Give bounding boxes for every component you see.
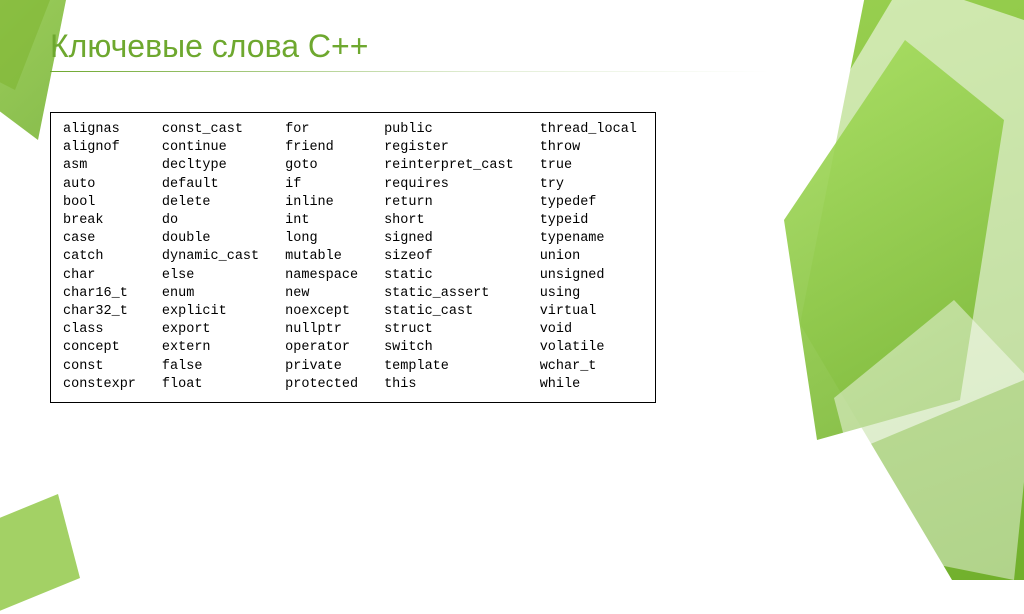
keyword: export: [162, 321, 259, 339]
keyword: if: [285, 176, 358, 194]
keyword: char32_t: [63, 303, 136, 321]
keyword: long: [285, 230, 358, 248]
keyword: while: [540, 376, 637, 394]
keyword: volatile: [540, 339, 637, 357]
keyword: operator: [285, 339, 358, 357]
keyword: union: [540, 248, 637, 266]
keyword: alignas: [63, 121, 136, 139]
keyword: switch: [384, 339, 514, 357]
keyword: mutable: [285, 248, 358, 266]
keyword: thread_local: [540, 121, 637, 139]
keyword: auto: [63, 176, 136, 194]
slide-content: Ключевые слова С++ alignas alignof asm a…: [0, 0, 1024, 403]
keyword: inline: [285, 194, 358, 212]
keyword: register: [384, 139, 514, 157]
keyword: asm: [63, 157, 136, 175]
keyword: char: [63, 267, 136, 285]
keyword: false: [162, 358, 259, 376]
keyword: static: [384, 267, 514, 285]
keyword: private: [285, 358, 358, 376]
keyword: namespace: [285, 267, 358, 285]
keyword: throw: [540, 139, 637, 157]
keyword: short: [384, 212, 514, 230]
keyword: goto: [285, 157, 358, 175]
keyword: try: [540, 176, 637, 194]
keyword-column-5: thread_local throw true try typedef type…: [540, 121, 637, 394]
keyword: break: [63, 212, 136, 230]
keywords-table: alignas alignof asm auto bool break case…: [50, 112, 656, 403]
keyword: double: [162, 230, 259, 248]
keyword: continue: [162, 139, 259, 157]
keyword: reinterpret_cast: [384, 157, 514, 175]
keyword: this: [384, 376, 514, 394]
keywords-grid: alignas alignof asm auto bool break case…: [63, 121, 637, 394]
keyword: decltype: [162, 157, 259, 175]
keyword: wchar_t: [540, 358, 637, 376]
keyword: typeid: [540, 212, 637, 230]
keyword: explicit: [162, 303, 259, 321]
keyword: else: [162, 267, 259, 285]
keyword: do: [162, 212, 259, 230]
keyword: void: [540, 321, 637, 339]
keyword: template: [384, 358, 514, 376]
keyword: char16_t: [63, 285, 136, 303]
keyword: static_assert: [384, 285, 514, 303]
keyword: constexpr: [63, 376, 136, 394]
keyword: requires: [384, 176, 514, 194]
keyword: typename: [540, 230, 637, 248]
slide-title: Ключевые слова С++: [50, 28, 974, 65]
keyword: alignof: [63, 139, 136, 157]
keyword: public: [384, 121, 514, 139]
keyword: noexcept: [285, 303, 358, 321]
keyword: new: [285, 285, 358, 303]
keyword: const: [63, 358, 136, 376]
keyword: catch: [63, 248, 136, 266]
keyword: int: [285, 212, 358, 230]
bg-polygon-bottom-left: [0, 494, 80, 614]
keyword-column-3: for friend goto if inline int long mutab…: [285, 121, 358, 394]
keyword: using: [540, 285, 637, 303]
keyword-column-2: const_cast continue decltype default del…: [162, 121, 259, 394]
keyword: extern: [162, 339, 259, 357]
keyword: protected: [285, 376, 358, 394]
title-underline: [50, 71, 770, 72]
keyword: bool: [63, 194, 136, 212]
keyword: signed: [384, 230, 514, 248]
keyword: enum: [162, 285, 259, 303]
keyword: struct: [384, 321, 514, 339]
keyword: sizeof: [384, 248, 514, 266]
keyword-column-4: public register reinterpret_cast require…: [384, 121, 514, 394]
keyword: const_cast: [162, 121, 259, 139]
keyword: nullptr: [285, 321, 358, 339]
keyword: class: [63, 321, 136, 339]
keyword: return: [384, 194, 514, 212]
keyword-column-1: alignas alignof asm auto bool break case…: [63, 121, 136, 394]
keyword: default: [162, 176, 259, 194]
keyword: case: [63, 230, 136, 248]
keyword: virtual: [540, 303, 637, 321]
keyword: unsigned: [540, 267, 637, 285]
keyword: static_cast: [384, 303, 514, 321]
keyword: typedef: [540, 194, 637, 212]
keyword: float: [162, 376, 259, 394]
keyword: true: [540, 157, 637, 175]
keyword: friend: [285, 139, 358, 157]
keyword: delete: [162, 194, 259, 212]
keyword: dynamic_cast: [162, 248, 259, 266]
keyword: for: [285, 121, 358, 139]
keyword: concept: [63, 339, 136, 357]
